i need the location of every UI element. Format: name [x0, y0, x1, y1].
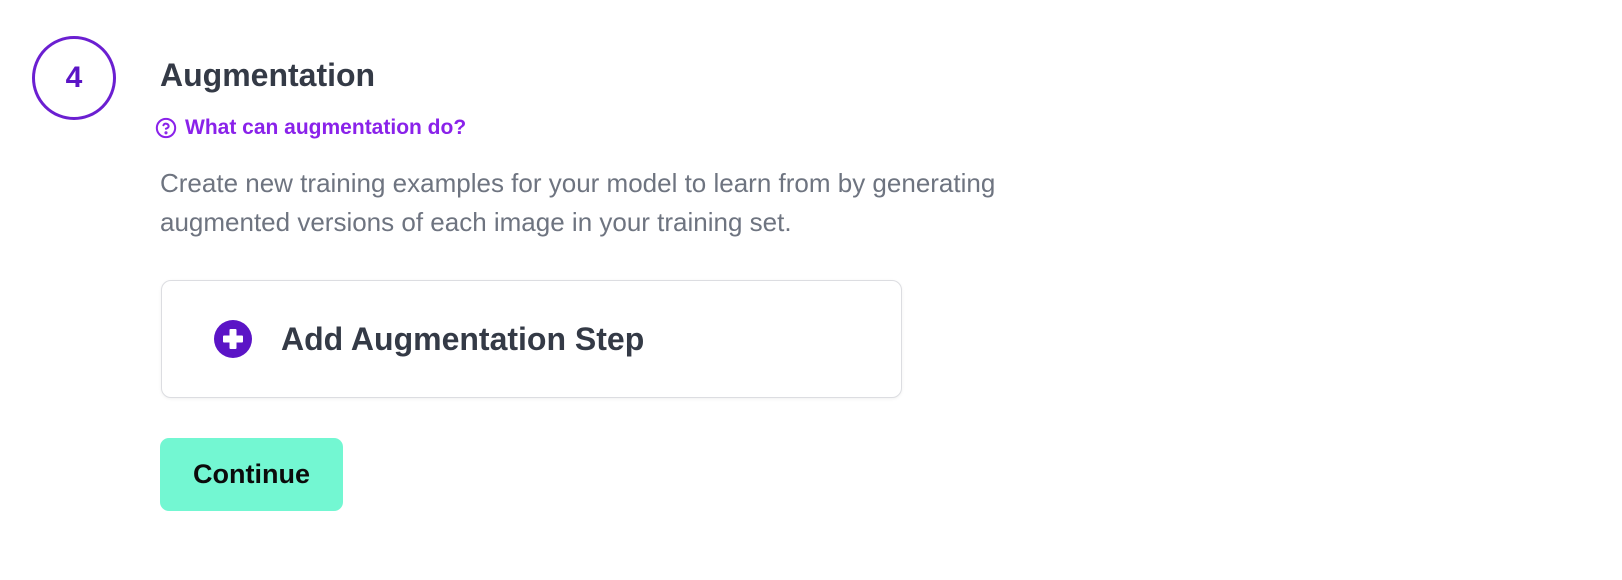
help-link-label: What can augmentation do? [185, 116, 467, 139]
question-circle-icon [155, 117, 177, 139]
section-description: Create new training examples for your mo… [160, 168, 996, 237]
add-augmentation-step-button[interactable]: Add Augmentation Step [161, 280, 902, 398]
continue-button[interactable]: Continue [160, 438, 343, 511]
augmentation-step-section: 4 Augmentation What can augmentation do?… [0, 0, 1622, 580]
step-number-badge: 4 [32, 36, 116, 120]
section-title: Augmentation [160, 57, 376, 93]
step-number: 4 [65, 61, 83, 94]
help-link[interactable]: What can augmentation do? [155, 116, 466, 140]
add-augmentation-step-label: Add Augmentation Step [281, 320, 645, 357]
plus-circle-icon [214, 320, 281, 358]
